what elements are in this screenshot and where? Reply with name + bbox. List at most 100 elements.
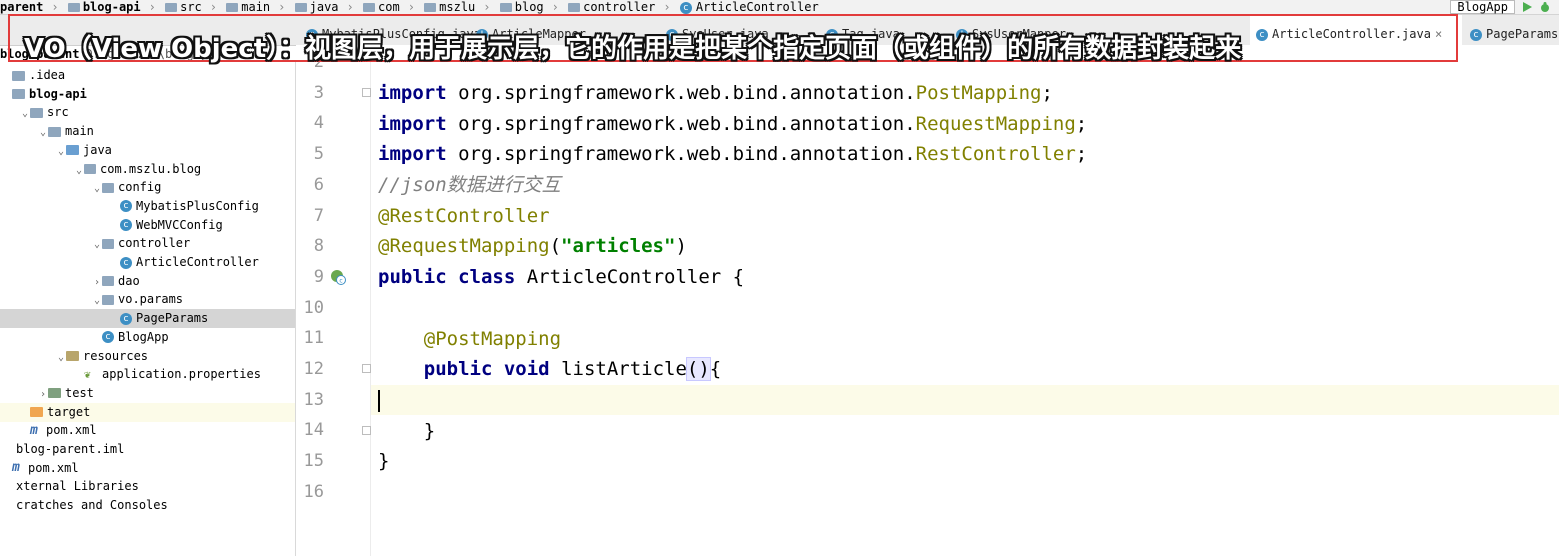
package-icon [102, 182, 114, 193]
tree-item[interactable]: ⌄ src [0, 103, 295, 122]
tree-item[interactable]: › dao [0, 272, 295, 291]
import-class: PostMapping [915, 82, 1042, 104]
code-line: @RequestMapping("articles") [371, 231, 1559, 261]
chevron-right-icon[interactable]: › [92, 273, 102, 292]
breadcrumb-java[interactable]: java [310, 0, 339, 14]
chevron-right-icon[interactable]: › [38, 385, 48, 404]
package-icon [102, 238, 114, 249]
tree-item[interactable]: › test [0, 384, 295, 403]
folder-icon [294, 3, 307, 12]
code-line: import org.springframework.web.bind.anno… [371, 78, 1559, 108]
fold-marker-icon[interactable] [362, 88, 371, 97]
tree-item-label: BlogApp [118, 329, 169, 344]
spring-bean-icon[interactable]: c [330, 269, 346, 285]
tree-item[interactable]: c MybatisPlusConfig [0, 197, 295, 216]
annotation: @RestController [378, 205, 550, 227]
breadcrumb-separator: › [346, 0, 354, 14]
line-number: 6 [313, 174, 324, 195]
tree-item[interactable]: m pom.xml [0, 459, 295, 478]
code-line: } [371, 446, 1559, 476]
folder-icon [499, 3, 512, 12]
tree-item-label: MybatisPlusConfig [136, 198, 259, 213]
svg-text:c: c [339, 278, 342, 285]
tree-item[interactable]: cratches and Consoles [0, 496, 295, 515]
tree-item[interactable]: ⌄ vo.params [0, 290, 295, 309]
tree-item-label: PageParams [136, 311, 209, 326]
tree-item[interactable]: ⌄ config [0, 178, 295, 197]
tree-item-label: controller [118, 236, 191, 251]
tree-item[interactable]: ⌄ java [0, 141, 295, 160]
class-icon: c [679, 1, 692, 14]
annotation: @PostMapping [423, 328, 562, 350]
folder-icon [67, 3, 80, 12]
tree-item[interactable]: ⌄ com.mszlu.blog [0, 160, 295, 179]
debug-icon[interactable] [1539, 1, 1551, 13]
line-number: 9 [313, 266, 324, 287]
source-folder-icon [66, 145, 79, 156]
breadcrumb-com[interactable]: com [378, 0, 400, 14]
tree-item[interactable]: ⌄ resources [0, 347, 295, 366]
tree-item[interactable]: target [0, 402, 295, 422]
tree-item[interactable]: m pom.xml [0, 421, 295, 440]
code-editor[interactable]: import org.springframework.web.bind.anno… [371, 45, 1559, 556]
breadcrumb-separator: › [51, 0, 59, 14]
tree-item[interactable]: c ArticleController [0, 253, 295, 272]
tree-item-label: java [83, 142, 112, 157]
chevron-down-icon[interactable]: ⌄ [20, 104, 30, 123]
class-icon: c [1470, 28, 1482, 41]
chevron-down-icon[interactable]: ⌄ [38, 123, 48, 142]
project-tree: .idea blog-api ⌄ src ⌄ main ⌄ java ⌄ com.mszlu.bl… [0, 62, 296, 556]
breadcrumb-blog[interactable]: blog [515, 0, 544, 14]
breadcrumb-article-controller[interactable]: ArticleController [696, 0, 819, 14]
folder-icon [30, 107, 43, 118]
annotation: @RequestMapping [378, 235, 550, 257]
tree-item[interactable]: c BlogApp [0, 328, 295, 347]
keyword: void [503, 358, 550, 380]
line-number: 5 [313, 144, 324, 165]
tab-page-params[interactable]: c PageParams [1464, 15, 1559, 45]
tree-item[interactable]: c WebMVCConfig [0, 216, 295, 235]
run-icon[interactable] [1521, 1, 1533, 13]
folder-icon [568, 3, 581, 12]
chevron-down-icon[interactable]: ⌄ [92, 291, 102, 310]
tree-item-label: pom.xml [46, 423, 97, 438]
fold-marker-icon[interactable] [362, 426, 371, 435]
tree-item-label: pom.xml [28, 460, 79, 475]
fold-marker-icon[interactable] [362, 364, 371, 373]
chevron-down-icon[interactable]: ⌄ [74, 161, 84, 180]
line-number: 16 [303, 481, 324, 502]
tree-item-label: resources [83, 348, 149, 363]
tree-item[interactable]: ❦ application.properties [0, 365, 295, 384]
tree-item-label: vo.params [118, 292, 184, 307]
breadcrumb-controller[interactable]: controller [583, 0, 655, 14]
tree-item[interactable]: blog-api [0, 85, 295, 104]
folder-icon [48, 126, 61, 137]
close-brace: } [378, 450, 390, 472]
line-number: 11 [303, 328, 324, 349]
chevron-down-icon[interactable]: ⌄ [56, 142, 66, 161]
folder-icon [363, 3, 375, 12]
chevron-down-icon[interactable]: ⌄ [92, 235, 102, 254]
breadcrumb-blog-api[interactable]: blog-api [83, 0, 141, 14]
breadcrumb-separator: › [407, 0, 415, 14]
breadcrumb-src[interactable]: src [180, 0, 202, 14]
breadcrumb-main[interactable]: main [241, 0, 270, 14]
tree-item[interactable]: xternal Libraries [0, 477, 295, 496]
tree-item[interactable]: c PageParams [0, 309, 295, 329]
tree-item-label: application.properties [102, 367, 261, 382]
tree-item[interactable]: ⌄ main [0, 122, 295, 141]
tree-item[interactable]: .idea [0, 66, 295, 85]
breadcrumb-separator: › [551, 0, 559, 14]
tree-item-label: ArticleController [136, 255, 259, 269]
chevron-down-icon[interactable]: ⌄ [56, 348, 66, 367]
class-icon: c [120, 256, 132, 269]
breadcrumb-parent[interactable]: parent [0, 0, 43, 14]
tree-item[interactable]: blog-parent.iml [0, 440, 295, 459]
chevron-down-icon[interactable]: ⌄ [92, 179, 102, 198]
run-configuration-select[interactable]: BlogApp [1450, 0, 1515, 14]
folder-icon [12, 70, 25, 81]
breadcrumb-mszlu[interactable]: mszlu [439, 0, 475, 14]
navigation-bar: parent › blog-api › src › main › java › com › … [0, 0, 1559, 15]
folder-icon [226, 3, 239, 12]
tree-item[interactable]: ⌄ controller [0, 234, 295, 253]
